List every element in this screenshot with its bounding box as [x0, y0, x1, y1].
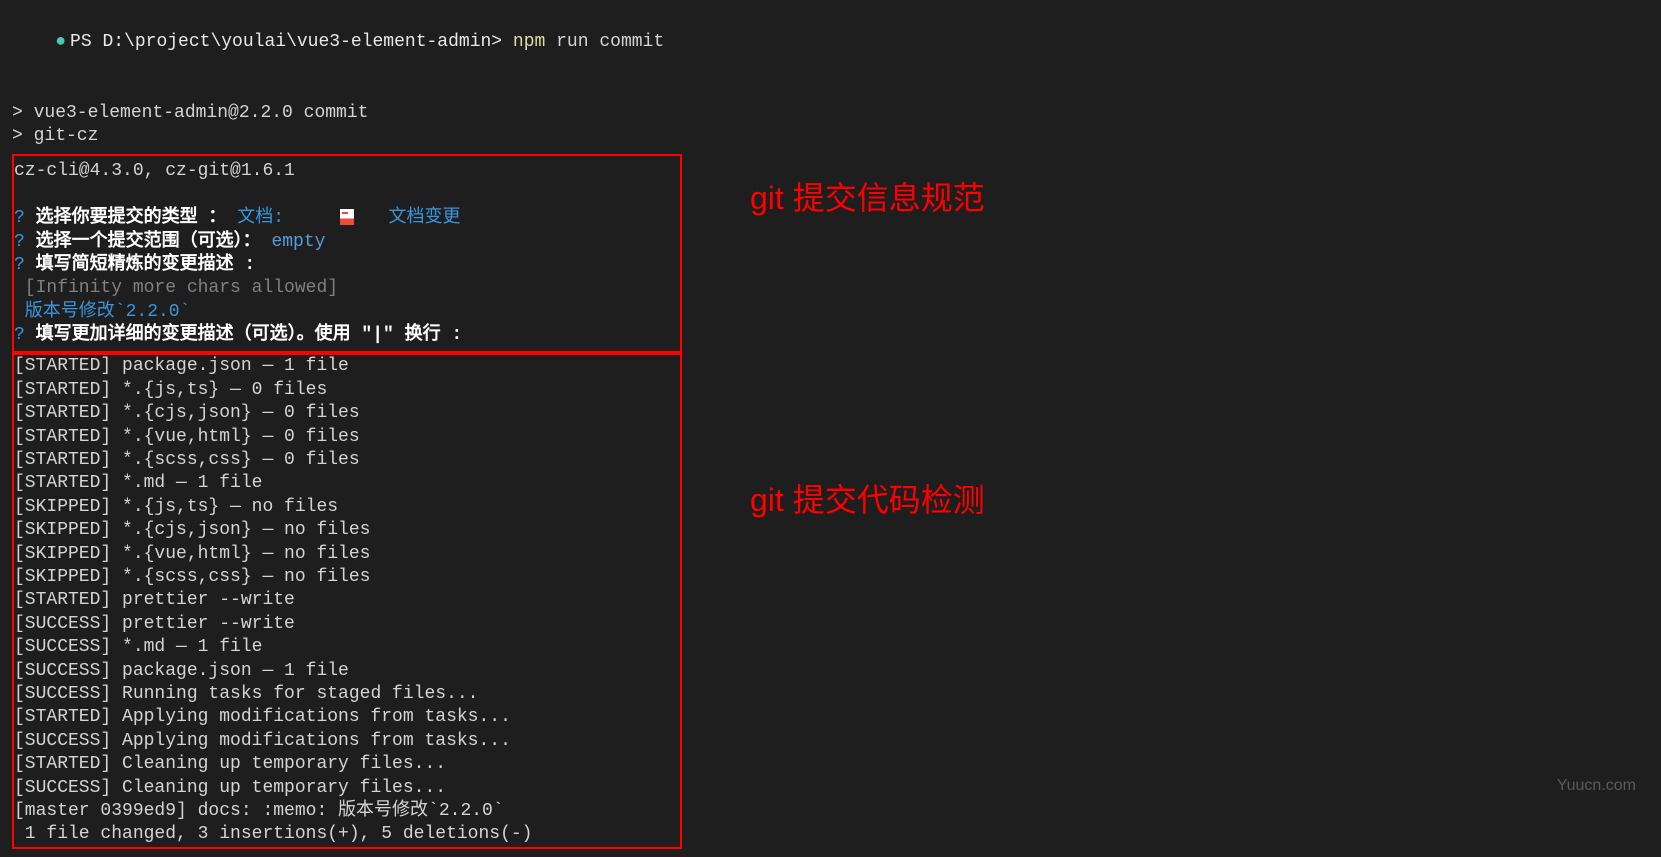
question-mark-icon: ?: [14, 208, 25, 228]
lint-line: [SUCCESS] *.md — 1 file: [14, 636, 680, 659]
command-args: run commit: [545, 32, 664, 52]
question-text: 填写更加详细的变更描述（可选）。使用 "|" 换行 :: [36, 325, 463, 345]
lint-line: [SUCCESS] prettier --write: [14, 613, 680, 636]
lint-line: [STARTED] *.{cjs,json} — 0 files: [14, 402, 680, 425]
blank-line: [14, 184, 680, 207]
memo-icon: [340, 209, 354, 225]
lint-line: [SKIPPED] *.{vue,html} — no files: [14, 543, 680, 566]
cz-question-body: ? 填写更加详细的变更描述（可选）。使用 "|" 换行 :: [14, 324, 680, 347]
question-mark-icon: ?: [14, 255, 25, 275]
question-text: 填写简短精炼的变更描述 :: [36, 255, 256, 275]
cz-header: cz-cli@4.3.0, cz-git@1.6.1: [14, 160, 680, 183]
cz-question-scope: ? 选择一个提交范围（可选）： empty: [14, 231, 680, 254]
annotation-code-check: git 提交代码检测: [750, 480, 985, 522]
lint-line: [STARTED] prettier --write: [14, 589, 680, 612]
answer-suffix: 文档变更: [356, 208, 460, 228]
lint-line: [STARTED] package.json — 1 file: [14, 355, 680, 378]
lint-line: [SKIPPED] *.{scss,css} — no files: [14, 566, 680, 589]
command-npm: npm: [502, 32, 545, 52]
lint-line: [SUCCESS] Running tasks for staged files…: [14, 683, 680, 706]
lint-line: [STARTED] *.md — 1 file: [14, 472, 680, 495]
question-mark-icon: ?: [14, 325, 25, 345]
lint-line: [STARTED] Cleaning up temporary files...: [14, 753, 680, 776]
lint-line: [SUCCESS] Cleaning up temporary files...: [14, 777, 680, 800]
status-dot-icon: ●: [55, 32, 66, 52]
lint-line: [SKIPPED] *.{cjs,json} — no files: [14, 519, 680, 542]
commitizen-box: cz-cli@4.3.0, cz-git@1.6.1 ? 选择你要提交的类型 ：…: [12, 154, 682, 353]
annotation-commit-spec: git 提交信息规范: [750, 178, 985, 220]
npm-output-line: > git-cz: [12, 125, 1649, 148]
lint-line: [STARTED] Applying modifications from ta…: [14, 706, 680, 729]
prompt-line: ●PS D:\project\youlai\vue3-element-admin…: [12, 8, 1649, 78]
lint-staged-box: [STARTED] package.json — 1 file [STARTED…: [12, 353, 682, 848]
prompt-ps: PS: [70, 32, 102, 52]
lint-line: [STARTED] *.{vue,html} — 0 files: [14, 426, 680, 449]
terminal-output[interactable]: ●PS D:\project\youlai\vue3-element-admin…: [0, 0, 1661, 857]
question-text: 选择一个提交范围（可选）：: [36, 232, 261, 252]
question-text: 选择你要提交的类型 ：: [36, 208, 227, 228]
lint-line: [SKIPPED] *.{js,ts} — no files: [14, 496, 680, 519]
answer-text: empty: [271, 232, 325, 252]
lint-line: [SUCCESS] Applying modifications from ta…: [14, 730, 680, 753]
cz-hint: [Infinity more chars allowed]: [14, 277, 680, 300]
blank-line: [12, 78, 1649, 101]
npm-output-line: > vue3-element-admin@2.2.0 commit: [12, 102, 1649, 125]
lint-line: [SUCCESS] package.json — 1 file: [14, 660, 680, 683]
lint-line: [master 0399ed9] docs: :memo: 版本号修改`2.2.…: [14, 800, 680, 823]
lint-line: [STARTED] *.{scss,css} — 0 files: [14, 449, 680, 472]
prompt-path: D:\project\youlai\vue3-element-admin>: [102, 32, 502, 52]
cz-answer-subject: 版本号修改`2.2.0`: [14, 301, 680, 324]
watermark: Yuucn.com: [1557, 776, 1636, 797]
lint-line: [STARTED] *.{js,ts} — 0 files: [14, 379, 680, 402]
cz-question-subject: ? 填写简短精炼的变更描述 :: [14, 254, 680, 277]
cz-question-type: ? 选择你要提交的类型 ： 文档: 文档变更: [14, 207, 680, 230]
answer-prefix: 文档:: [237, 208, 284, 228]
question-mark-icon: ?: [14, 232, 25, 252]
